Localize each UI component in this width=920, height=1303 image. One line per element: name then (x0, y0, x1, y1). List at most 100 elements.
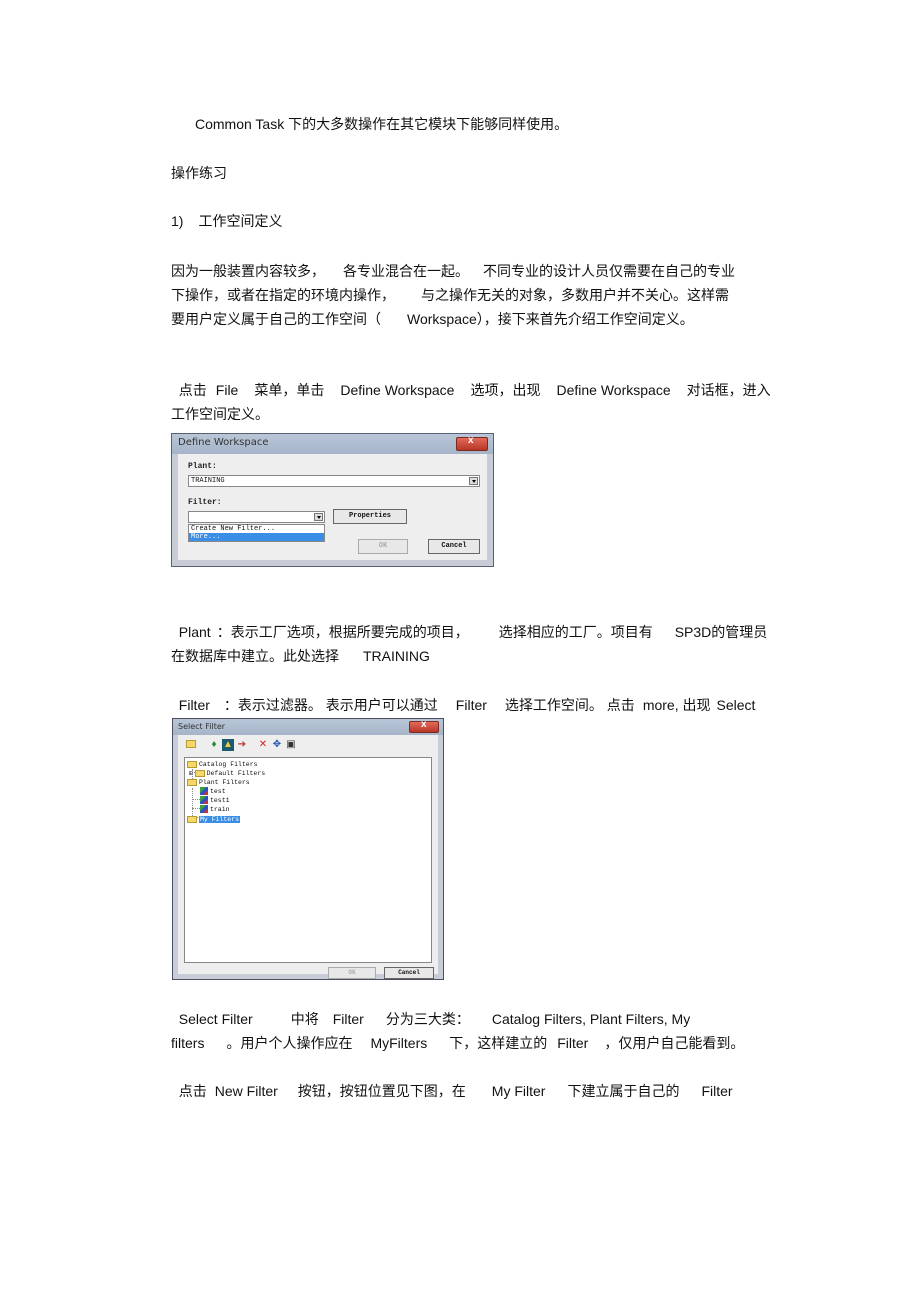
text-span: 下，这样建立的 (449, 1035, 548, 1051)
dialog-title: Select Filter (178, 722, 226, 731)
text-span: ，仅用户自己能看到。 (604, 1035, 745, 1051)
expand-icon[interactable]: ⊞ (189, 770, 193, 777)
text-span: 与之操作无关的对象，多数用户并不关心。这样需 (421, 287, 729, 303)
text-span: My Filter (491, 1083, 546, 1099)
new-filter-icon[interactable]: ♦ (208, 739, 220, 751)
tree-node-test1[interactable]: test1 (200, 796, 230, 805)
chevron-down-icon[interactable] (314, 513, 323, 521)
tree-node-test[interactable]: test (200, 787, 226, 796)
filter-label: Filter: (188, 498, 222, 507)
properties-icon[interactable]: ▣ (285, 739, 297, 751)
plant-select[interactable]: TRAINING (188, 475, 480, 487)
tree-node-label: My Filters (199, 816, 241, 823)
text-span: ：表示工厂选项，根据所要完成的项目， (216, 624, 469, 640)
folder-icon (187, 760, 197, 768)
text-span: 按钮，按钮位置见下图，在 (297, 1083, 466, 1099)
tree-node-my-filters[interactable]: My Filters (187, 815, 241, 824)
dialog-body: Plant: TRAINING Filter: Properties Creat… (178, 454, 487, 560)
text-span: filters (171, 1035, 205, 1051)
text-span: 因为一般装置内容较多， (171, 263, 325, 279)
text-span: 点击 (178, 382, 207, 398)
tree-node-catalog-filters[interactable]: Catalog Filters (187, 760, 258, 769)
workspace-intro-paragraph: 因为一般装置内容较多， 各专业混合在一起。 不同专业的设计人员仅需要在自己的专业下操… (171, 259, 776, 331)
define-workspace-instruction: 点击 File 菜单，单击 Define Workspace 选项，出现 Define W… (171, 354, 776, 426)
close-icon[interactable] (456, 435, 488, 451)
filter-icon (200, 787, 208, 796)
text-span: Define Workspace (340, 382, 455, 398)
dialog-title-bar: Select Filter (173, 719, 443, 735)
dropdown-option-more[interactable]: More... (189, 533, 324, 541)
text-span: 下操作，或者在指定的环境内操作， (171, 287, 395, 303)
subsection-heading: 1) 工作空间定义 (171, 209, 776, 233)
tree-node-default-filters[interactable]: ⊞ Default Filters (189, 769, 265, 778)
filter-icon (200, 796, 208, 805)
dialog-title-bar: Define Workspace (172, 434, 493, 454)
intro-text: Common Task 下的大多数操作在其它模块下能够同样使用。 (195, 116, 569, 132)
text-span: Filter (455, 697, 487, 713)
text-span: ：表示过滤器。 表示用户可以通过 (223, 697, 438, 713)
plant-value: TRAINING (191, 477, 225, 485)
text-span: MyFilters (370, 1035, 428, 1051)
chevron-down-icon[interactable] (469, 477, 478, 485)
filter-icon (200, 805, 208, 814)
text-span: 中将 (290, 1011, 319, 1027)
new-folder-icon[interactable] (186, 739, 198, 751)
tree-node-train[interactable]: train (200, 805, 230, 814)
text-span: Select (716, 697, 756, 713)
cancel-button[interactable]: Cancel (384, 967, 434, 979)
ok-button[interactable]: OK (328, 967, 376, 979)
text-span: Define Workspace (556, 382, 671, 398)
tree-node-label: Default Filters (206, 770, 266, 777)
new-asking-filter-icon[interactable]: ▲ (222, 739, 234, 751)
text-span: 菜单，单击 (254, 382, 325, 398)
new-filter-instruction: 点击 New Filter 按钮，按钮位置见下图，在 My Filter 下建立属于自己… (171, 1055, 776, 1103)
plant-description: Plant ：表示工厂选项，根据所要完成的项目， 选择相应的工厂。项目有 SP3D的管… (171, 596, 776, 668)
text-span: File (215, 382, 239, 398)
folder-icon (194, 769, 205, 777)
folder-icon (187, 815, 197, 823)
text-span: 不同专业的设计人员仅需要在自己的专业 (483, 263, 735, 279)
text-span: 要用户定义属于自己的工作空间（ (171, 311, 381, 327)
tree-node-label: Catalog Filters (199, 761, 258, 768)
text-span: Filter (178, 697, 210, 713)
dialog-body: ♦ ▲ ➔ ✕ ✥ ▣ Catalog Filters ⊞ Default Fil… (178, 735, 438, 979)
text-span: more, 出现 (642, 697, 711, 713)
cancel-button[interactable]: Cancel (428, 539, 480, 554)
text-span: Filter (557, 1035, 589, 1051)
tree-node-label: test (210, 788, 226, 795)
text-span: Filter (701, 1083, 733, 1099)
text-span: SP3D的管理员 (674, 624, 768, 640)
tree-node-label: Plant Filters (199, 779, 250, 786)
text-span: Workspace），接下来首先介绍工作空间定义。 (407, 311, 694, 327)
ok-button[interactable]: OK (358, 539, 408, 554)
text-span: Filter (332, 1011, 364, 1027)
subsection-title: 工作空间定义 (198, 213, 283, 229)
text-span: 点击 (178, 1083, 207, 1099)
move-icon[interactable]: ✥ (271, 739, 283, 751)
delete-icon[interactable]: ✕ (257, 739, 269, 751)
close-icon[interactable] (409, 719, 439, 733)
text-span: 选择相应的工厂。项目有 (498, 624, 653, 640)
tree-node-plant-filters[interactable]: Plant Filters (187, 778, 250, 787)
text-span: New Filter (214, 1083, 278, 1099)
intro-paragraph: Common Task 下的大多数操作在其它模块下能够同样使用。 (195, 112, 800, 136)
new-sql-filter-icon[interactable]: ➔ (236, 739, 248, 751)
plant-label: Plant: (188, 462, 217, 471)
filter-tree: Catalog Filters ⊞ Default Filters Plant F… (184, 757, 432, 963)
subsection-number: 1) (171, 213, 184, 229)
properties-button[interactable]: Properties (333, 509, 407, 524)
dialog-title: Define Workspace (178, 437, 269, 448)
text-span: 下建立属于自己的 (567, 1083, 680, 1099)
text-span: Catalog Filters, Plant Filters, My (491, 1011, 691, 1027)
define-workspace-dialog: Define Workspace Plant: TRAINING Filter:… (171, 433, 494, 567)
dropdown-option-create-new-filter[interactable]: Create New Filter... (189, 525, 324, 533)
filter-select[interactable] (188, 511, 325, 523)
text-span: 在数据库中建立。此处选择 (171, 648, 339, 664)
text-span: 各专业混合在一起。 (343, 263, 469, 279)
section-heading-text: 操作练习 (171, 165, 227, 181)
section-heading: 操作练习 (171, 161, 776, 185)
folder-icon (187, 778, 197, 786)
text-span: 选项，出现 (470, 382, 541, 398)
text-span: 对话框，进入 (686, 382, 771, 398)
tree-node-label: train (210, 806, 230, 813)
